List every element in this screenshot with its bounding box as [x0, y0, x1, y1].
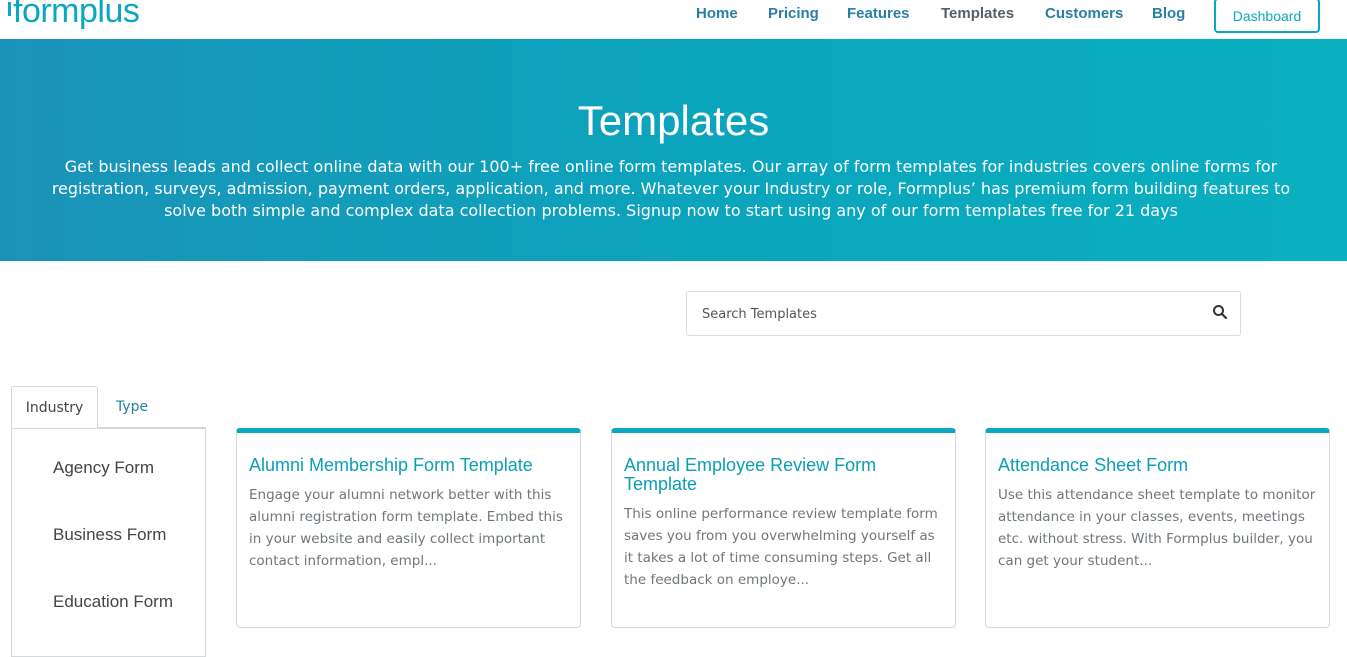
card-title[interactable]: Attendance Sheet Form — [998, 456, 1318, 475]
tab-industry[interactable]: Industry — [11, 386, 98, 428]
nav-blog[interactable]: Blog — [1152, 5, 1185, 22]
template-card-alumni-membership[interactable]: Alumni Membership Form Template Engage y… — [236, 428, 581, 628]
card-title[interactable]: Annual Employee Review Form Template — [624, 456, 914, 494]
hero-description: Get business leads and collect online da… — [51, 157, 1291, 220]
logo-text: formplus — [13, 0, 140, 30]
search-input[interactable] — [702, 304, 1182, 324]
sidebar-item-business-form[interactable]: Business Form — [53, 525, 166, 545]
nav-pricing[interactable]: Pricing — [768, 5, 819, 22]
nav-templates[interactable]: Templates — [941, 5, 1014, 22]
logo-mark-icon — [8, 2, 11, 16]
card-description: Use this attendance sheet template to mo… — [998, 487, 1316, 569]
site-header: formplus Home Pricing Features Templates… — [0, 0, 1347, 39]
sidebar-item-education-form[interactable]: Education Form — [53, 592, 173, 612]
card-description: Engage your alumni network better with t… — [249, 487, 563, 569]
card-title[interactable]: Alumni Membership Form Template — [249, 456, 569, 475]
search-icon[interactable] — [1212, 304, 1228, 320]
search-box — [686, 291, 1241, 336]
industry-sidebar: Agency Form Business Form Education Form — [11, 427, 206, 657]
formplus-logo[interactable]: formplus — [8, 0, 140, 31]
nav-features[interactable]: Features — [847, 5, 910, 22]
tab-type[interactable]: Type — [98, 386, 166, 428]
template-card-annual-employee-review[interactable]: Annual Employee Review Form Template Thi… — [611, 428, 956, 628]
card-description: This online performance review template … — [624, 506, 938, 588]
nav-home[interactable]: Home — [696, 5, 738, 22]
page-title: Templates — [577, 97, 770, 144]
dashboard-button[interactable]: Dashboard — [1214, 0, 1320, 33]
sidebar-item-agency-form[interactable]: Agency Form — [53, 458, 154, 478]
hero-banner: Templates Get business leads and collect… — [0, 39, 1347, 261]
nav-customers[interactable]: Customers — [1045, 5, 1123, 22]
template-card-attendance-sheet[interactable]: Attendance Sheet Form Use this attendanc… — [985, 428, 1330, 628]
